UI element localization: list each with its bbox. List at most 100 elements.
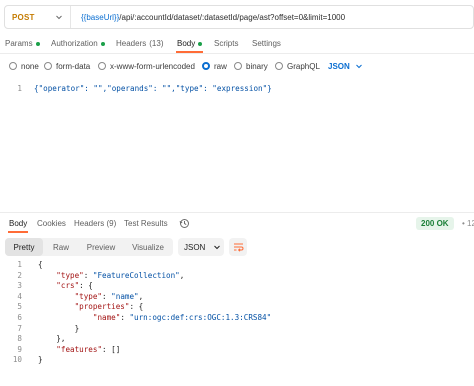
radio-label: form-data [56,61,91,71]
tabs-divider [0,53,474,54]
radio-selected-icon [202,62,210,70]
code-token: "properties" [74,302,130,312]
code-token: "FeatureCollection" [92,270,180,280]
radio-icon [44,62,52,70]
status-dot [198,41,203,46]
code-text: "type": "name", [38,291,144,301]
line-number: 4 [17,291,22,301]
tab-params[interactable]: Params [5,39,40,48]
tab-count: (9) [106,219,117,228]
radio-icon [234,62,242,70]
code-text: } [38,355,43,364]
radio-label: x-www-form-urlencoded [110,61,195,71]
response-format-dropdown[interactable]: JSON [178,238,224,256]
tab-label: Params [5,39,33,48]
request-bar: POST {{baseUrl}} /api/:accountId/dataset… [4,5,474,29]
tab-label: Authorization [51,39,98,48]
tab-headers[interactable]: Headers (13) [116,39,163,48]
view-pretty-button[interactable]: Pretty [5,238,43,256]
line-number: 3 [17,281,22,291]
status-badge[interactable]: 200 OK [416,217,454,230]
status-dot [100,41,105,46]
tab-label: Settings [252,39,281,48]
wrap-lines-button[interactable] [229,238,247,256]
radio-icon [9,62,17,70]
url-input[interactable]: {{baseUrl}} /api/:accountId/dataset/:dat… [81,6,345,28]
radio-label: binary [246,61,268,71]
code-line: 9 "features": [] [6,345,120,354]
code-token: : [102,291,112,301]
tab-label: Headers [116,39,147,48]
code-token: "type" [56,270,84,280]
url-path: /api/:accountId/dataset/:datasetId/page/… [119,12,346,22]
code-text: } [38,323,80,333]
radio-x-www-form-urlencoded[interactable]: x-www-form-urlencoded [98,60,195,72]
code-line: 3 "crs": { [6,281,93,291]
tab-count: (13) [149,39,164,48]
tab-settings[interactable]: Settings [252,39,281,48]
view-raw-button[interactable]: Raw [43,238,79,256]
radio-form-data[interactable]: form-data [44,60,90,72]
response-tab-headers[interactable]: Headers (9) [74,219,116,228]
code-text: "features": [] [38,345,120,354]
code-text: "properties": { [38,302,144,312]
code-token: : { [79,281,93,291]
code-token: "urn:ogc:def:crs:OGC:1.3:CRS84" [129,313,272,322]
active-response-tab-indicator [8,231,28,233]
line-number: 6 [17,313,22,322]
tab-label: Scripts [214,39,239,48]
tab-body[interactable]: Body [177,39,203,48]
response-format-label: JSON [184,242,206,252]
code-token: , [138,291,144,301]
code-token: "type" [74,291,103,301]
view-preview-button[interactable]: Preview [79,238,123,256]
code-token: } [38,323,80,333]
method-selector[interactable]: POST [5,6,71,28]
code-text: { [38,260,43,269]
tab-label: Body [177,39,196,48]
radio-raw[interactable]: raw [202,60,227,72]
code-text: "crs": { [38,281,93,290]
code-line: 5 "properties": { [6,302,143,311]
chevron-down-icon [355,64,362,69]
radio-icon [275,62,283,70]
section-divider [0,212,474,213]
line-number: 9 [17,344,22,354]
line-number: 8 [17,334,22,344]
radio-binary[interactable]: binary [234,60,268,72]
code-token: }, [38,334,66,344]
code-token: "features" [56,344,103,354]
code-token: { [38,260,43,269]
history-icon[interactable] [179,218,190,229]
code-line: 6 "name": "urn:ogc:def:crs:OGC:1.3:CRS84… [6,313,271,322]
radio-label: none [21,61,39,71]
response-tab-test-results[interactable]: Test Results [124,219,168,228]
tab-authorization[interactable]: Authorization [51,39,105,48]
tab-scripts[interactable]: Scripts [214,39,238,48]
radio-graphql[interactable]: GraphQL [275,60,320,72]
line-number: 1 [17,84,22,93]
status-dot [35,41,40,46]
code-text: "name": "urn:ogc:def:crs:OGC:1.3:CRS84" [38,313,271,322]
code-token: } [38,355,43,365]
code-line: 8 }, [6,334,65,343]
code-line: 4 "type": "name", [6,292,143,301]
view-visualize-button[interactable]: Visualize [123,238,173,256]
code-token: "name" [92,313,121,322]
request-body-editor[interactable]: {"operator": "","operands": "","type": "… [34,84,272,93]
code-line: 7 } [6,324,79,333]
line-number: 7 [17,323,22,333]
response-tab-body[interactable]: Body [9,219,27,228]
line-number: 1 [17,260,22,269]
radio-none[interactable]: none [9,60,39,72]
raw-format-dropdown[interactable]: JSON [328,60,363,72]
code-token: "name" [111,291,139,301]
response-tab-cookies[interactable]: Cookies [37,219,66,228]
radio-label: raw [214,61,227,71]
raw-format-label: JSON [328,61,350,71]
